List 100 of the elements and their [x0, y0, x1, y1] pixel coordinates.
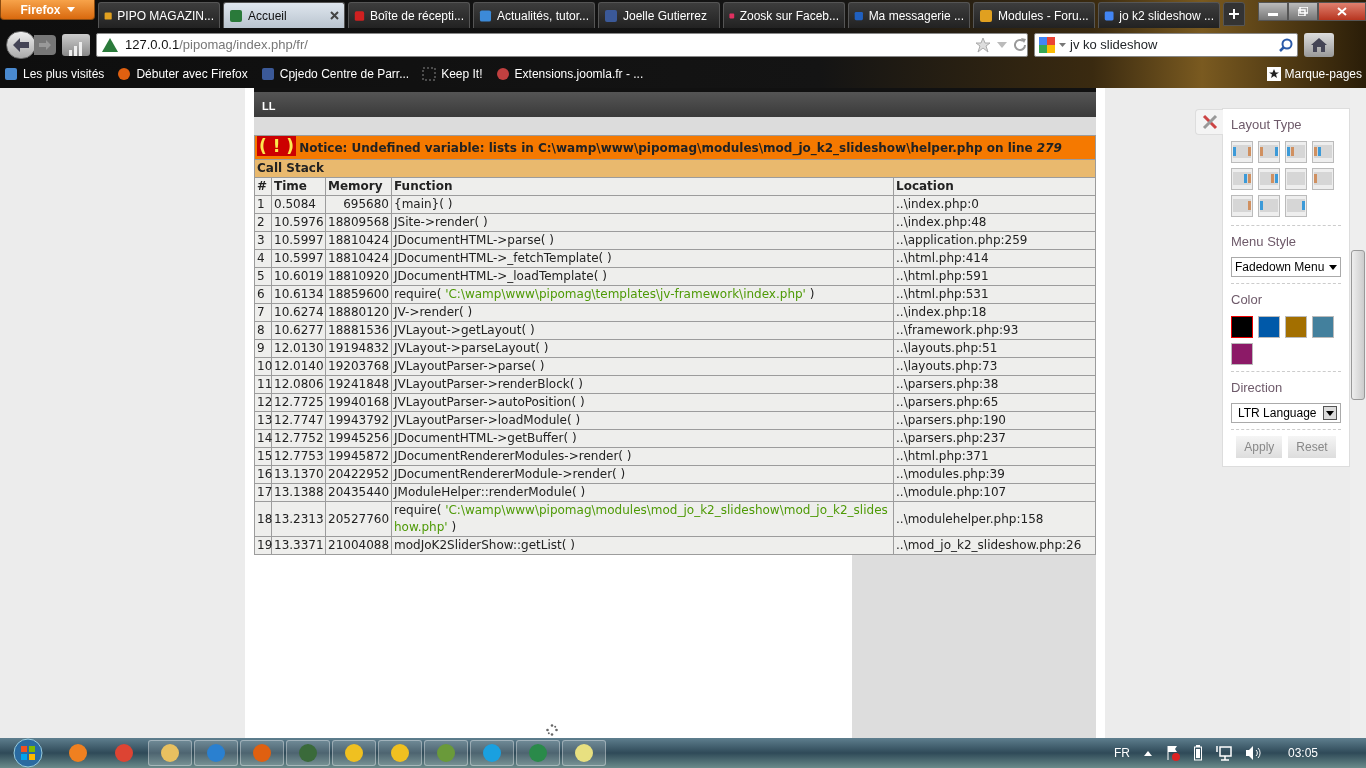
browser-tab[interactable]: Accueil — [223, 2, 345, 28]
new-tab-button[interactable] — [1223, 2, 1245, 26]
taskbar-button[interactable] — [194, 740, 238, 766]
menu-style-dropdown[interactable]: Fadedown Menu — [1231, 257, 1341, 277]
restore-button[interactable] — [1288, 2, 1318, 21]
browser-tab[interactable]: Modules - Foru... — [973, 2, 1095, 28]
taskbar-button[interactable] — [332, 740, 376, 766]
taskbar-button[interactable] — [470, 740, 514, 766]
app-icon — [390, 743, 410, 763]
caret-icon — [1323, 406, 1337, 420]
app-icon — [298, 743, 318, 763]
flag-icon[interactable] — [1165, 745, 1180, 761]
color-swatch[interactable] — [1231, 315, 1253, 338]
star-icon[interactable] — [975, 37, 991, 53]
circle-icon — [495, 67, 510, 81]
close-icon — [1337, 7, 1347, 16]
bookmark-link[interactable]: Extensions.joomla.fr - ... — [495, 65, 644, 83]
taskbar-button[interactable] — [378, 740, 422, 766]
color-swatch[interactable] — [1258, 315, 1280, 338]
taskbar-button[interactable] — [562, 740, 606, 766]
app-icon — [252, 743, 272, 763]
minimize-button[interactable] — [1258, 2, 1288, 21]
layout-thumbnail-icon[interactable] — [1312, 140, 1334, 163]
url-text: 127.0.0.1/pipomag/index.php/fr/ — [125, 36, 308, 55]
taskbar-button[interactable] — [240, 740, 284, 766]
tools-tab[interactable] — [1195, 109, 1223, 135]
app-icon — [528, 743, 548, 763]
network-icon[interactable] — [1215, 745, 1232, 761]
square-icon — [604, 8, 618, 23]
bookmark-link[interactable]: Débuter avec Firefox — [117, 65, 248, 83]
layout-thumbnail-icon[interactable] — [1231, 140, 1253, 163]
browser-tab[interactable]: Ma messagerie ... — [848, 2, 970, 28]
table-cell: 20527760 — [325, 501, 392, 537]
layout-thumbnail-icon[interactable] — [1258, 194, 1280, 217]
layout-thumbnail-icon[interactable] — [1231, 194, 1253, 217]
taskbar-button[interactable] — [516, 740, 560, 766]
color-swatch[interactable] — [1285, 315, 1307, 338]
square-icon — [4, 67, 18, 81]
app-icon — [160, 743, 180, 763]
up-triangle-icon[interactable] — [1143, 750, 1152, 756]
square-icon — [979, 8, 993, 23]
address-bar[interactable]: 127.0.0.1/pipomag/index.php/fr/ — [96, 33, 1028, 57]
table-cell: ..\modulehelper.php:158 — [893, 501, 1096, 537]
table-cell: 18 — [254, 501, 272, 537]
taskbar-button[interactable] — [286, 740, 330, 766]
taskbar-button[interactable] — [424, 740, 468, 766]
square-icon — [260, 67, 275, 81]
browser-tab[interactable]: Actualités, tutor... — [473, 2, 595, 28]
layout-thumbnail-icon[interactable] — [1285, 140, 1307, 163]
browser-tab[interactable]: jo k2 slideshow ... — [1098, 2, 1220, 28]
right-arrow-icon — [39, 40, 51, 50]
browser-tab[interactable]: Zoosk sur Faceb... — [723, 2, 845, 28]
search-icon[interactable] — [1279, 38, 1293, 52]
app-icon — [68, 743, 88, 763]
layout-thumbnail-icon[interactable] — [1285, 194, 1307, 217]
bookmark-link[interactable]: Les plus visités — [4, 65, 105, 83]
square-icon — [479, 8, 492, 23]
layout-thumbnail-icon[interactable] — [1312, 167, 1334, 190]
browser-tab[interactable]: Boîte de récepti... — [348, 2, 470, 28]
layout-thumbnail-icon[interactable] — [1258, 167, 1280, 190]
left-arrow-icon — [13, 38, 29, 52]
caret-icon[interactable] — [997, 42, 1007, 48]
color-swatch[interactable] — [1231, 342, 1253, 365]
square-icon — [422, 67, 437, 81]
caret-icon — [1329, 264, 1337, 270]
browser-tab[interactable]: PIPO MAGAZIN... — [98, 2, 220, 28]
bookmark-link[interactable]: Keep It! — [422, 65, 483, 83]
square-icon — [229, 8, 243, 23]
error-notice: ( ! ) Notice: Undefined variable: lists in C:\wamp\www\pipomag\modules\mod_jo_k2_slideshow\helper.php on line 279 — [257, 138, 1063, 157]
layout-thumbnail-icon[interactable] — [1231, 167, 1253, 190]
app-icon — [482, 743, 502, 763]
home-button[interactable] — [1304, 33, 1334, 57]
layout-thumbnail-icon[interactable] — [1258, 140, 1280, 163]
caret-icon — [1059, 43, 1066, 47]
layout-thumbnail-icon[interactable] — [1285, 167, 1307, 190]
square-icon — [354, 8, 365, 23]
bookmark-link[interactable]: Cpjedo Centre de Parr... — [260, 65, 410, 83]
app-icon — [344, 743, 364, 763]
history-button[interactable] — [62, 34, 90, 56]
bookmarks-menu-button[interactable]: Marque-pages — [1266, 65, 1362, 83]
speaker-icon[interactable] — [1245, 746, 1262, 760]
table-cell: require( 'C:\wamp\www\pipomag\modules\mod_jo_k2_slideshow\mod_jo_k2_slideshow.php' ) — [391, 501, 894, 537]
battery-icon[interactable] — [1193, 745, 1202, 761]
close-window-button[interactable] — [1318, 2, 1366, 21]
taskbar-button[interactable] — [148, 740, 192, 766]
reload-icon[interactable] — [1013, 38, 1027, 52]
section-title: Color — [1231, 291, 1264, 309]
plus-icon — [1229, 9, 1239, 19]
close-icon[interactable] — [330, 11, 339, 20]
back-button[interactable] — [6, 31, 36, 59]
language-indicator[interactable]: FR — [1113, 744, 1130, 762]
direction-dropdown[interactable]: LTR Language — [1231, 403, 1341, 423]
search-field[interactable]: jv ko slideshow — [1034, 33, 1298, 57]
section-title: Layout Type — [1231, 116, 1303, 134]
browser-tab[interactable]: Joelle Gutierrez — [598, 2, 720, 28]
caret-icon — [66, 7, 75, 12]
color-swatch[interactable] — [1312, 315, 1334, 338]
start-orb-icon — [13, 738, 43, 768]
clock[interactable]: 03:05 — [1287, 744, 1318, 762]
loading-spinner-icon — [546, 723, 558, 736]
